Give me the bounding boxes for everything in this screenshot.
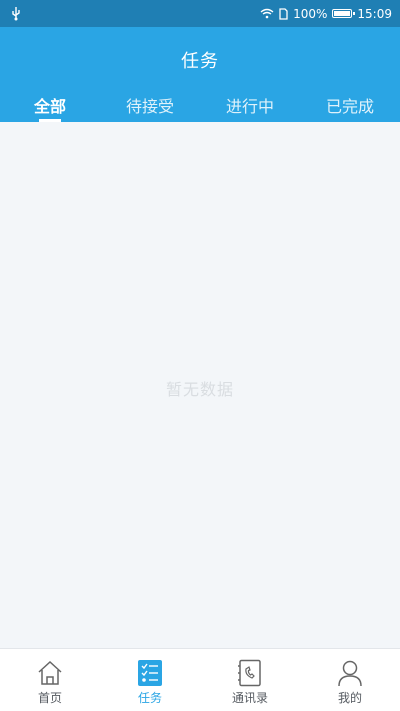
status-time: 15:09 [357, 6, 392, 21]
bottom-nav: 首页 任务 通讯录 我的 [0, 648, 400, 711]
empty-state-text: 暂无数据 [165, 380, 234, 399]
tab-pending-accept[interactable]: 待接受 [100, 93, 200, 122]
nav-profile-label: 我的 [337, 691, 362, 705]
nav-tasks-label: 任务 [137, 691, 162, 705]
task-tabs: 全部 待接受 进行中 已完成 [0, 93, 400, 122]
nav-tasks[interactable]: 任务 [100, 649, 200, 711]
tab-all[interactable]: 全部 [0, 93, 100, 122]
nav-contacts[interactable]: 通讯录 [200, 649, 300, 711]
task-list-icon [138, 660, 162, 686]
app-header: 任务 全部 待接受 进行中 已完成 [0, 27, 400, 122]
contacts-book-icon [238, 659, 261, 687]
wifi-icon [260, 8, 274, 19]
sim-icon [279, 7, 288, 20]
tab-in-progress[interactable]: 进行中 [200, 93, 300, 122]
nav-home[interactable]: 首页 [0, 649, 100, 711]
profile-icon [338, 660, 362, 687]
status-right: 100% 15:09 [260, 7, 392, 21]
task-list-area[interactable]: 暂无数据 [0, 122, 400, 648]
nav-contacts-label: 通讯录 [231, 691, 268, 705]
nav-profile[interactable]: 我的 [300, 649, 400, 711]
tab-completed[interactable]: 已完成 [300, 93, 400, 122]
usb-icon [12, 6, 20, 20]
status-left [10, 6, 22, 21]
status-bar: 100% 15:09 [0, 0, 400, 27]
home-icon [38, 660, 62, 685]
nav-home-label: 首页 [37, 691, 62, 705]
page-title: 任务 [181, 51, 219, 72]
battery-icon [332, 9, 356, 18]
battery-percent: 100% [293, 6, 328, 21]
